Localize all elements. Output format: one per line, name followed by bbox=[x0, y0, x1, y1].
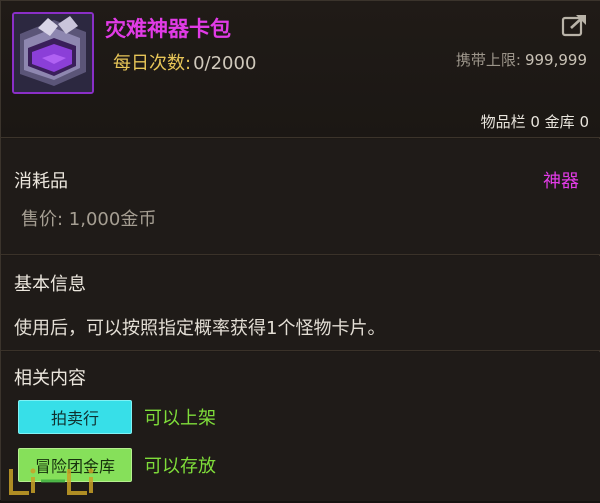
basic-info-section: 基本信息 使用后，可以按照指定概率获得1个怪物卡片。 bbox=[1, 256, 600, 351]
auction-house-button[interactable]: 拍卖行 bbox=[18, 400, 132, 434]
consumable-title: 消耗品 bbox=[14, 171, 68, 192]
bank-note: 可以存放 bbox=[144, 456, 216, 477]
item-description: 使用后，可以按照指定概率获得1个怪物卡片。 bbox=[14, 318, 386, 339]
related-title: 相关内容 bbox=[14, 368, 86, 389]
tooltip-header: 灾难神器卡包 每日次数: 0/2000 携带上限: 999,999 物品栏 0 金库… bbox=[1, 1, 600, 138]
auction-note: 可以上架 bbox=[144, 408, 216, 429]
related-row-auction: 拍卖行 可以上架 bbox=[18, 400, 216, 434]
basic-info-title: 基本信息 bbox=[14, 274, 86, 295]
item-tooltip: 灾难神器卡包 每日次数: 0/2000 携带上限: 999,999 物品栏 0 金库… bbox=[0, 0, 600, 501]
consumable-section: 消耗品 神器 售价: 1,000金币 bbox=[1, 139, 600, 255]
rarity-tag: 神器 bbox=[543, 171, 579, 192]
sell-price: 售价: 1,000金币 bbox=[21, 209, 157, 230]
daily-uses-value: 0/2000 bbox=[193, 53, 257, 74]
carry-limit: 携带上限: 999,999 bbox=[456, 49, 587, 70]
daily-uses: 每日次数: 0/2000 bbox=[113, 49, 256, 75]
card-pack-icon bbox=[12, 12, 94, 94]
daily-uses-label: 每日次数: bbox=[113, 53, 192, 74]
storage-counts: 物品栏 0 金库 0 bbox=[480, 113, 589, 131]
carry-limit-label: 携带上限: bbox=[455, 51, 521, 69]
share-icon[interactable] bbox=[561, 12, 589, 38]
carry-limit-value: 999,999 bbox=[524, 51, 587, 69]
item-name: 灾难神器卡包 bbox=[105, 17, 231, 41]
watermark-logo-icon bbox=[5, 459, 105, 499]
